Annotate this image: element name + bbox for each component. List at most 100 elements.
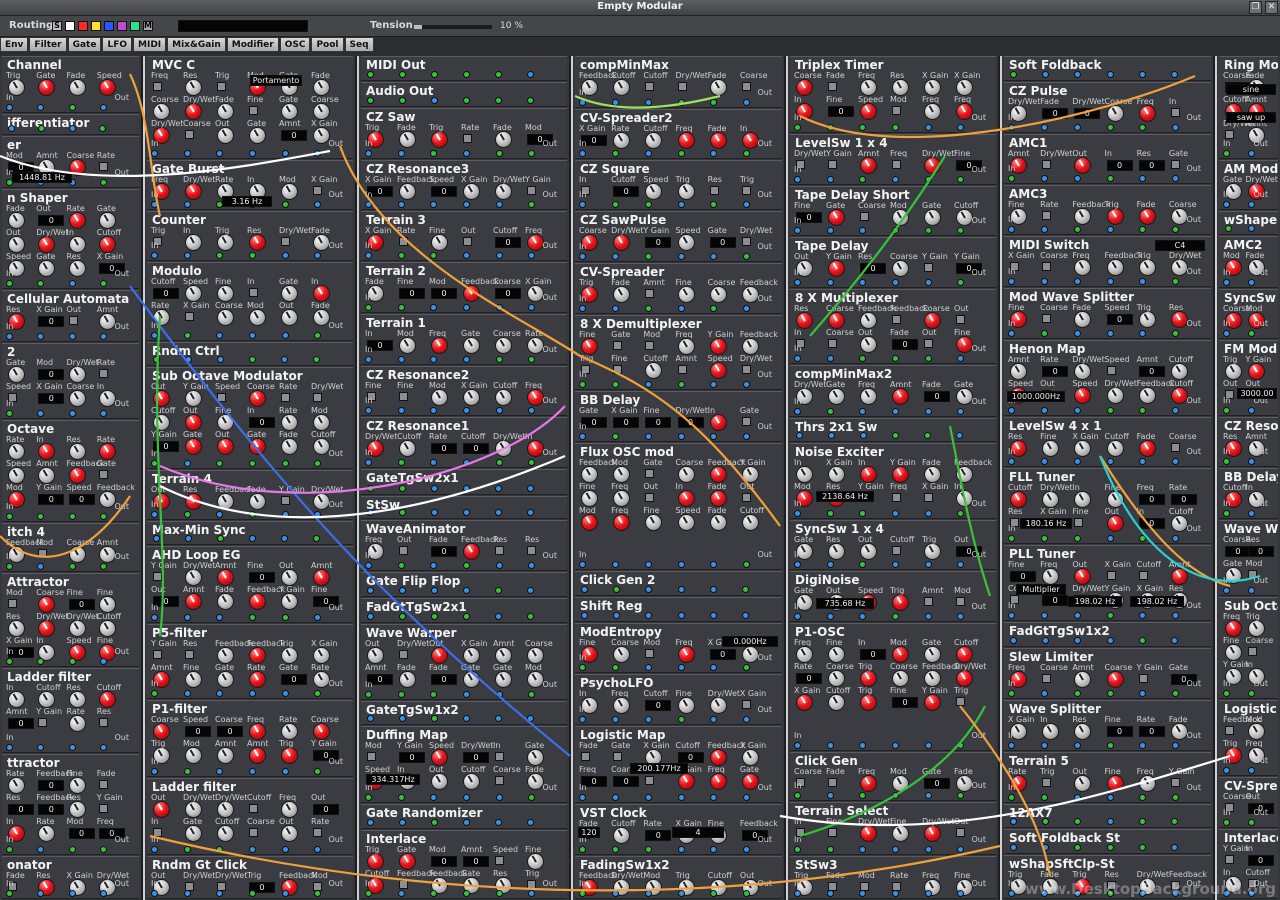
patch-jack[interactable] bbox=[430, 459, 438, 466]
patch-jack[interactable] bbox=[710, 846, 718, 853]
ring-wav-b-display[interactable]: saw up bbox=[1226, 112, 1276, 123]
knob-red[interactable] bbox=[924, 157, 941, 174]
value-display[interactable]: 0 bbox=[796, 673, 822, 684]
knob[interactable] bbox=[217, 593, 234, 610]
patch-jack[interactable] bbox=[677, 794, 685, 801]
patch-jack[interactable] bbox=[1223, 407, 1230, 414]
toggle-button[interactable] bbox=[956, 597, 965, 606]
patch-jack[interactable] bbox=[216, 511, 224, 518]
patch-jack[interactable] bbox=[153, 356, 160, 363]
patch-jack[interactable] bbox=[463, 71, 470, 78]
patch-jack[interactable] bbox=[1008, 794, 1015, 801]
value-display[interactable]: 0 bbox=[68, 599, 95, 610]
patch-jack[interactable] bbox=[892, 792, 899, 799]
patch-jack[interactable] bbox=[183, 846, 191, 853]
value-display[interactable]: 0 bbox=[645, 830, 672, 841]
patch-jack[interactable] bbox=[397, 150, 405, 157]
patch-jack[interactable] bbox=[579, 253, 586, 260]
patch-jack[interactable] bbox=[677, 586, 685, 593]
tab-gate[interactable]: Gate bbox=[67, 37, 102, 52]
patch-jack[interactable] bbox=[579, 433, 586, 440]
patch-jack[interactable] bbox=[1139, 226, 1147, 233]
knob[interactable] bbox=[281, 569, 298, 586]
knob[interactable] bbox=[677, 697, 695, 714]
knob[interactable] bbox=[68, 777, 86, 794]
patch-jack[interactable] bbox=[397, 356, 405, 363]
patch-jack[interactable] bbox=[1139, 330, 1147, 337]
toggle-button[interactable] bbox=[1138, 674, 1148, 683]
patch-jack[interactable] bbox=[249, 252, 256, 259]
value-display[interactable]: 0 bbox=[431, 546, 457, 557]
patch-jack[interactable] bbox=[431, 485, 438, 492]
toggle-button[interactable] bbox=[828, 339, 837, 348]
patch-jack[interactable] bbox=[183, 252, 191, 259]
patch-jack[interactable] bbox=[1074, 844, 1082, 851]
patch-jack[interactable] bbox=[495, 691, 503, 698]
value-display[interactable]: 0 bbox=[709, 649, 736, 660]
patch-jack[interactable] bbox=[463, 201, 470, 208]
knob-red[interactable] bbox=[38, 79, 56, 96]
value-display[interactable]: 0 bbox=[8, 804, 34, 815]
knob[interactable] bbox=[1074, 775, 1092, 792]
knob[interactable] bbox=[613, 697, 631, 714]
value-display[interactable]: 0 bbox=[399, 752, 425, 763]
patch-jack[interactable] bbox=[99, 744, 107, 751]
patch-jack[interactable] bbox=[924, 227, 932, 234]
patch-jack[interactable] bbox=[495, 252, 503, 259]
patch-jack[interactable] bbox=[249, 356, 256, 363]
patch-jack[interactable] bbox=[463, 485, 470, 492]
patch-jack[interactable] bbox=[892, 846, 899, 853]
knob[interactable] bbox=[185, 569, 202, 586]
patch-jack[interactable] bbox=[1223, 819, 1230, 826]
patch-jack[interactable] bbox=[743, 253, 751, 260]
patch-jack[interactable] bbox=[399, 819, 406, 826]
patch-jack[interactable] bbox=[826, 561, 834, 568]
knob-red[interactable] bbox=[860, 466, 877, 483]
knob-red[interactable] bbox=[38, 620, 56, 637]
knob-red[interactable] bbox=[185, 438, 202, 455]
patch-jack[interactable] bbox=[1247, 458, 1255, 465]
knob[interactable] bbox=[313, 309, 330, 326]
patch-jack[interactable] bbox=[99, 890, 107, 897]
patch-jack[interactable] bbox=[430, 356, 438, 363]
patch-jack[interactable] bbox=[644, 381, 652, 388]
patch-jack[interactable] bbox=[579, 794, 586, 801]
patch-jack[interactable] bbox=[611, 99, 619, 106]
toggle-button[interactable] bbox=[68, 316, 78, 325]
toggle-button[interactable] bbox=[217, 82, 226, 91]
knob[interactable] bbox=[8, 467, 25, 484]
patch-jack[interactable] bbox=[216, 768, 224, 775]
patch-jack[interactable] bbox=[794, 355, 801, 362]
patch-jack[interactable] bbox=[579, 664, 586, 671]
patch-jack[interactable] bbox=[1247, 225, 1255, 232]
patch-jack[interactable] bbox=[1139, 278, 1147, 285]
patch-jack[interactable] bbox=[924, 355, 932, 362]
knob-red[interactable] bbox=[613, 234, 631, 251]
patch-jack[interactable] bbox=[1106, 278, 1114, 285]
patch-jack[interactable] bbox=[463, 97, 470, 104]
patch-jack[interactable] bbox=[677, 612, 685, 619]
patch-jack[interactable] bbox=[1040, 226, 1048, 233]
patch-jack[interactable] bbox=[1073, 690, 1081, 697]
patch-jack[interactable] bbox=[826, 176, 834, 183]
knob-red[interactable] bbox=[281, 747, 298, 764]
value-display[interactable]: 0 bbox=[38, 494, 65, 505]
toggle-button[interactable] bbox=[1042, 262, 1052, 271]
patch-jack[interactable] bbox=[365, 794, 372, 801]
toggle-button[interactable] bbox=[956, 697, 965, 706]
fll-freq-display[interactable]: 180.16 Hz bbox=[1020, 518, 1072, 529]
patch-jack[interactable] bbox=[581, 612, 588, 619]
patch-jack[interactable] bbox=[1042, 71, 1050, 78]
patch-jack[interactable] bbox=[1040, 612, 1048, 619]
value-display[interactable]: 0 bbox=[8, 718, 34, 729]
knob-red[interactable] bbox=[828, 312, 845, 329]
patch-jack[interactable] bbox=[68, 125, 76, 132]
knob-red[interactable] bbox=[1225, 620, 1242, 637]
patch-jack[interactable] bbox=[1138, 71, 1146, 78]
patch-jack[interactable] bbox=[37, 104, 45, 111]
patch-jack[interactable] bbox=[397, 304, 405, 311]
patch-jack[interactable] bbox=[281, 535, 288, 542]
toggle-button[interactable] bbox=[313, 186, 322, 195]
knob[interactable] bbox=[98, 596, 116, 613]
patch-jack[interactable] bbox=[153, 535, 160, 542]
